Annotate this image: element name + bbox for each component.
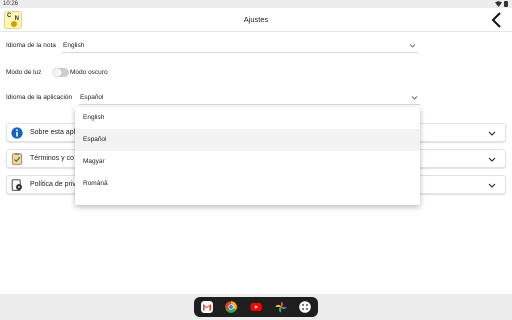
photos-icon[interactable] (275, 301, 287, 313)
terms-document-icon (12, 153, 22, 165)
app-drawer-icon[interactable] (299, 301, 311, 313)
back-arrow-icon[interactable] (490, 12, 504, 28)
privacy-policy-label: Política de priv (30, 181, 76, 188)
language-option-romanian[interactable]: Română (75, 173, 420, 195)
settings-screen: C N Ajustes Idioma de la nota English Mo… (0, 8, 512, 294)
chrome-icon[interactable] (225, 301, 237, 313)
chevron-down-icon (411, 96, 418, 100)
app-language-value: Español (80, 94, 104, 101)
note-language-value: English (63, 42, 85, 49)
app-bar: C N Ajustes (0, 8, 512, 32)
status-bar: 10:26 (0, 0, 512, 8)
dark-mode-toggle[interactable] (53, 68, 69, 77)
system-navigation-bar (0, 294, 512, 320)
youtube-icon[interactable] (250, 301, 262, 313)
about-app-label: Sobre esta apl (30, 129, 76, 136)
system-icons (495, 1, 508, 7)
privacy-policy-icon (11, 179, 22, 191)
chevron-down-icon (488, 131, 496, 136)
terms-label: Términos y co (30, 155, 74, 162)
light-mode-label: Modo de luz (6, 69, 42, 76)
app-language-select[interactable]: Español (79, 91, 420, 105)
app-language-dropdown: English Español Magyar Română (75, 107, 420, 205)
dark-mode-label: Modo oscuro (70, 69, 108, 76)
note-language-label: Idioma de la nota (6, 42, 56, 49)
app-language-label: Idioma de la aplicación (6, 94, 73, 101)
language-option-hungarian[interactable]: Magyar (75, 151, 420, 173)
battery-icon (504, 1, 508, 7)
page-title: Ajustes (243, 15, 269, 24)
chevron-down-icon (409, 44, 416, 48)
toggle-knob (53, 68, 62, 77)
gmail-icon[interactable] (201, 301, 213, 313)
language-option-english[interactable]: English (75, 107, 420, 129)
status-time: 10:26 (3, 1, 19, 7)
wifi-icon (495, 1, 502, 7)
chevron-down-icon (488, 157, 496, 162)
language-option-spanish[interactable]: Español (75, 129, 420, 151)
info-icon (11, 127, 23, 139)
note-language-select[interactable]: English (62, 39, 418, 53)
taskbar (194, 297, 318, 317)
chevron-down-icon (488, 183, 496, 188)
